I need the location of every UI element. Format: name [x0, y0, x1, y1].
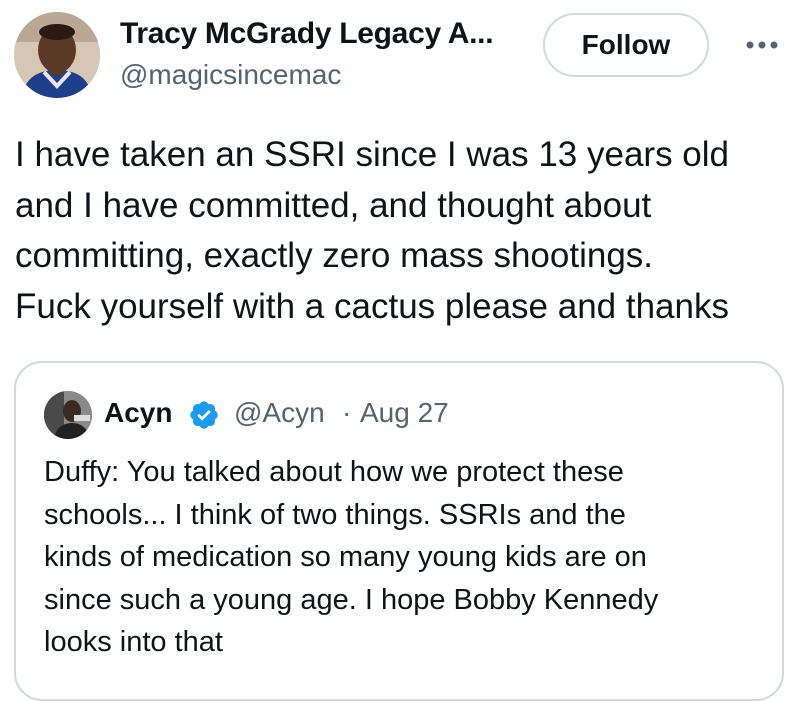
quoted-tweet[interactable]: Acyn @Acyn · Aug 27 Duffy: You talked ab…: [14, 361, 784, 701]
profile-photo-icon: [44, 391, 92, 439]
quoted-text-line: kinds of medication so many young kids a…: [44, 541, 647, 574]
tweet-text-line: and I have committed, and thought about: [15, 185, 652, 225]
tweet-text-line: I have taken an SSRI since I was 13 year…: [15, 135, 729, 174]
quoted-tweet-date[interactable]: Aug 27: [360, 397, 449, 429]
more-options-icon: [746, 41, 778, 49]
more-options-button[interactable]: [742, 33, 782, 57]
quoted-author-avatar[interactable]: [44, 391, 92, 439]
quoted-text-line: since such a young age. I hope Bobby Ken…: [44, 583, 659, 616]
tweet-text: I have taken an SSRI since I was 13 year…: [15, 130, 790, 332]
tweet-text-line: Fuck yourself with a cactus please and t…: [15, 286, 729, 326]
quoted-text-line: looks into that: [44, 626, 223, 659]
quoted-text-line: Duffy: You talked about how we protect t…: [44, 456, 624, 488]
author-avatar[interactable]: [14, 12, 100, 98]
separator-dot: ·: [342, 397, 352, 428]
author-display-name[interactable]: Tracy McGrady Legacy A...: [120, 17, 494, 51]
tweet: Tracy McGrady Legacy A... @magicsincemac…: [0, 0, 800, 701]
quoted-text-line: schools... I think of two things. SSRIs …: [44, 498, 626, 531]
quoted-tweet-text: Duffy: You talked about how we protect t…: [44, 451, 774, 664]
profile-photo-icon: [14, 12, 100, 98]
quoted-author-display-name[interactable]: Acyn: [104, 397, 172, 429]
verified-badge-icon: [190, 401, 218, 429]
tweet-text-line: committing, exactly zero mass shootings.: [15, 236, 654, 275]
quoted-author-handle[interactable]: @Acyn: [234, 397, 325, 429]
follow-button[interactable]: Follow: [543, 13, 709, 77]
author-handle[interactable]: @magicsincemac: [120, 59, 341, 91]
